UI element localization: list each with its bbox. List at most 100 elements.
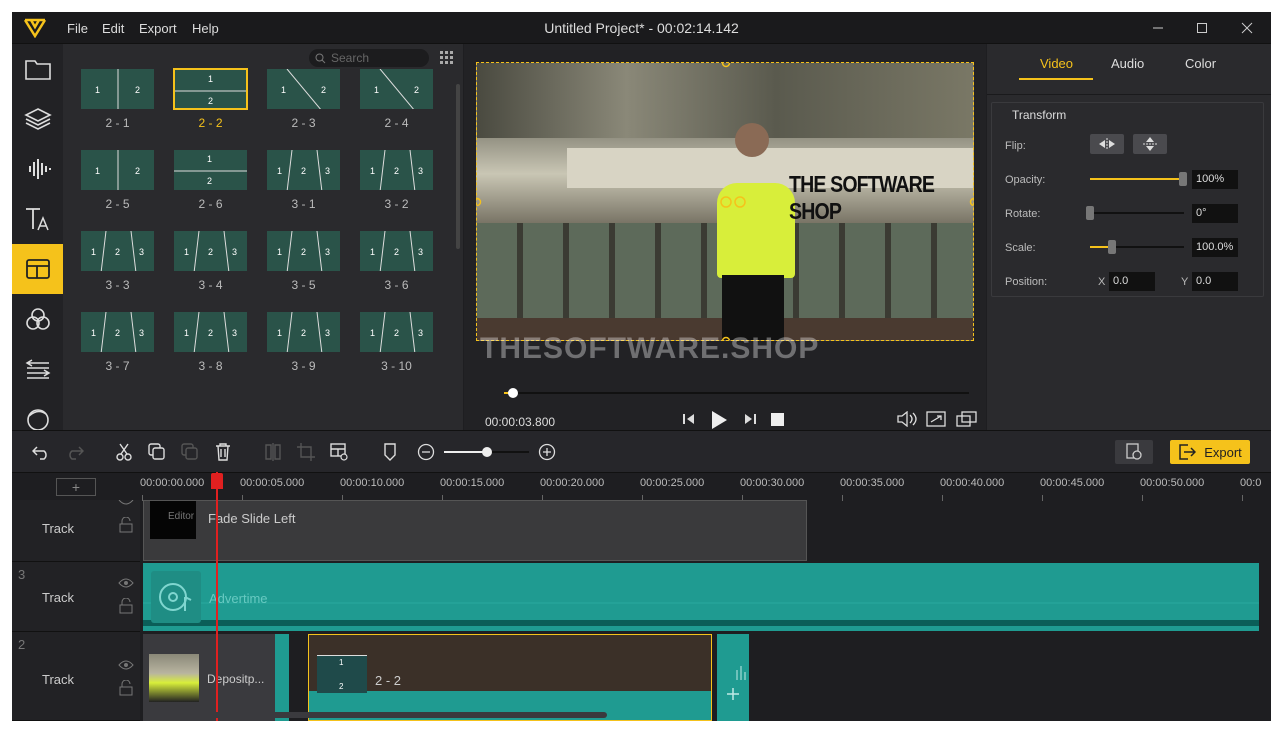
crop-button[interactable]	[295, 441, 317, 463]
play-icon[interactable]	[710, 410, 728, 430]
opacity-value[interactable]: 100%	[1192, 170, 1238, 189]
undo-button[interactable]	[30, 441, 52, 463]
timeline-scrollbar[interactable]	[152, 712, 607, 718]
sidebar-layers[interactable]	[12, 94, 63, 144]
marker-button[interactable]	[379, 441, 401, 463]
sidebar-filters[interactable]	[12, 344, 63, 394]
menu-edit[interactable]: Edit	[102, 21, 124, 36]
sidebar-media[interactable]	[12, 44, 63, 94]
sidebar-transitions[interactable]	[12, 244, 63, 294]
rotate-value[interactable]: 0°	[1192, 204, 1238, 223]
tab-color[interactable]: Color	[1185, 56, 1216, 71]
flip-vertical-button[interactable]	[1133, 134, 1167, 154]
transition-thumb[interactable]: 12	[266, 68, 341, 110]
audio-clip[interactable]: Advertime	[143, 563, 1259, 631]
preview-video[interactable]: THE SOFTWARE SHOP	[476, 62, 974, 341]
opacity-handle[interactable]	[1179, 172, 1187, 186]
transition-thumb[interactable]: 12	[173, 149, 248, 191]
menu-help[interactable]: Help	[192, 21, 219, 36]
transition-thumb[interactable]: 1 2 3	[359, 311, 434, 353]
transition-thumb[interactable]: 1 2 3	[173, 311, 248, 353]
export-button[interactable]: Export	[1170, 440, 1250, 464]
position-y-value[interactable]: 0.0	[1192, 272, 1238, 291]
fullscreen-icon[interactable]	[926, 411, 946, 427]
lock-icon[interactable]	[119, 598, 133, 614]
grid-view-icon[interactable]	[439, 50, 455, 66]
search-box[interactable]: Search	[309, 49, 429, 67]
eye-icon[interactable]	[118, 578, 134, 588]
transition-thumb[interactable]: 1 2 3	[359, 149, 434, 191]
transition-settings-button[interactable]	[328, 441, 350, 463]
position-label: Position:	[1005, 276, 1048, 288]
scale-handle[interactable]	[1108, 240, 1116, 254]
prev-frame-icon[interactable]	[682, 412, 696, 426]
seek-track[interactable]	[504, 392, 969, 394]
add-track-button[interactable]: +	[56, 478, 96, 496]
transition-thumb[interactable]: 1 2 3	[359, 230, 434, 272]
minimize-button[interactable]	[1143, 16, 1173, 40]
transition-edge-left[interactable]	[275, 634, 289, 721]
track-name: Track	[42, 590, 75, 605]
position-x-value[interactable]: 0.0	[1109, 272, 1155, 291]
eye-icon[interactable]	[118, 660, 134, 670]
transition-edge-right[interactable]	[717, 634, 749, 721]
cut-button[interactable]	[113, 441, 135, 463]
thumb-mark: 2	[135, 166, 141, 176]
flip-horizontal-button[interactable]	[1090, 134, 1124, 154]
sidebar-text[interactable]	[12, 194, 63, 244]
volume-icon[interactable]	[896, 411, 918, 427]
transition-clip[interactable]: 1 2 2 - 2	[308, 634, 712, 721]
rotate-handle[interactable]	[1086, 206, 1094, 220]
rotate-slider[interactable]	[1090, 212, 1184, 214]
menu-export[interactable]: Export	[139, 21, 177, 36]
close-button[interactable]	[1232, 16, 1262, 40]
clip-thumbnail: Editor	[150, 501, 196, 539]
zoom-in-button[interactable]	[536, 441, 558, 463]
thumb-mark: 2	[301, 247, 307, 257]
clip-thumbnail: 1 2	[317, 655, 367, 693]
playhead-handle[interactable]	[211, 473, 223, 489]
copy-button[interactable]	[146, 441, 168, 463]
zoom-out-button[interactable]	[415, 441, 437, 463]
transition-thumb[interactable]: 1 2 3	[80, 230, 155, 272]
add-transition-icon[interactable]	[717, 634, 749, 721]
text-clip[interactable]: Editor Fade Slide Left	[143, 500, 807, 561]
playhead[interactable]	[216, 472, 218, 721]
redo-button[interactable]	[64, 441, 86, 463]
export-settings-button[interactable]	[1115, 440, 1153, 464]
tab-video[interactable]: Video	[1040, 56, 1073, 71]
snapshot-icon[interactable]	[956, 411, 978, 427]
delete-button[interactable]	[212, 441, 234, 463]
transition-thumb[interactable]: 12	[173, 68, 248, 110]
video-clip[interactable]: Depositp...	[143, 634, 275, 721]
scale-value[interactable]: 100.0%	[1192, 238, 1238, 257]
transition-thumb[interactable]: 12	[80, 149, 155, 191]
eye-icon[interactable]	[118, 500, 134, 508]
tab-audio[interactable]: Audio	[1111, 56, 1144, 71]
stop-icon[interactable]	[771, 413, 784, 426]
maximize-button[interactable]	[1187, 16, 1217, 40]
sidebar-effects[interactable]	[12, 294, 63, 344]
transition-thumb[interactable]: 1 2 3	[80, 311, 155, 353]
transition-thumb[interactable]: 1 2 3	[266, 230, 341, 272]
seek-handle[interactable]	[508, 388, 519, 398]
filters-icon	[25, 359, 50, 379]
split-button[interactable]	[262, 441, 284, 463]
sidebar-audio[interactable]	[12, 144, 63, 194]
library-scrollbar[interactable]	[456, 84, 460, 249]
transition-thumb[interactable]: 12	[359, 68, 434, 110]
transition-thumb[interactable]: 12	[80, 68, 155, 110]
next-frame-icon[interactable]	[743, 412, 757, 426]
transition-thumb[interactable]: 1 2 3	[266, 149, 341, 191]
menu-file[interactable]: File	[67, 21, 88, 36]
title-bar: File Edit Export Help Untitled Project* …	[12, 12, 1271, 44]
transition-thumb[interactable]: 1 2 3	[173, 230, 248, 272]
lock-icon[interactable]	[119, 517, 133, 533]
transform-handles[interactable]	[477, 63, 974, 341]
effects-icon	[25, 308, 50, 330]
transition-thumb[interactable]: 1 2 3	[266, 311, 341, 353]
zoom-handle[interactable]	[481, 447, 492, 457]
lock-icon[interactable]	[119, 680, 133, 696]
paste-button[interactable]	[179, 441, 201, 463]
timeline-ruler[interactable]: + 00:00:00.000 00:00:05.000 00:00:10.000 00…	[12, 472, 1271, 501]
